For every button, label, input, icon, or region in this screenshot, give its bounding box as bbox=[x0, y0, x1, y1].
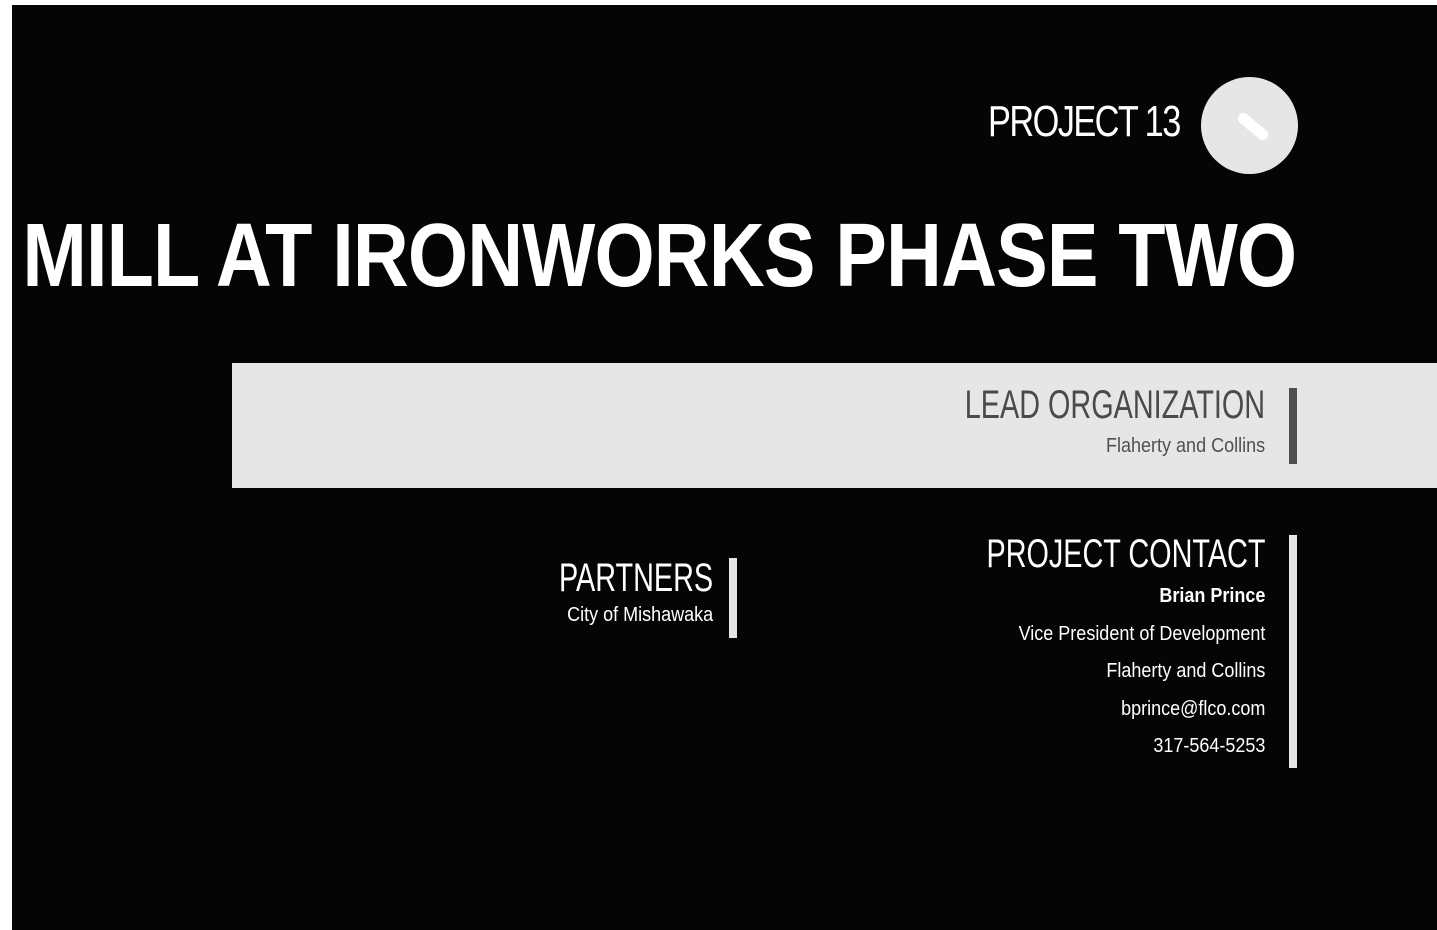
partners-block: PARTNERS City of Mishawaka bbox=[499, 556, 713, 627]
slide: PROJECT 13 THE MILL AT IRONWORKS PHASE T… bbox=[12, 5, 1437, 930]
project-contact-divider bbox=[1289, 535, 1297, 768]
contact-role: Vice President of Development bbox=[1018, 622, 1265, 645]
partners-name: City of Mishawaka bbox=[566, 604, 713, 626]
pencil-badge-icon bbox=[1201, 77, 1298, 174]
contact-phone[interactable]: 317-564-5253 bbox=[916, 728, 1265, 766]
project-contact-heading: PROJECT CONTACT bbox=[986, 532, 1265, 576]
contact-organization: Flaherty and Collins bbox=[1105, 660, 1265, 682]
lead-organization-name: Flaherty and Collins bbox=[1105, 435, 1265, 457]
lead-organization-divider bbox=[1289, 388, 1297, 464]
project-number: PROJECT 13 bbox=[988, 97, 1181, 146]
contact-name: Brian Prince bbox=[1158, 585, 1265, 607]
contact-email[interactable]: bprince@flco.com bbox=[916, 691, 1265, 729]
lead-organization-heading: LEAD ORGANIZATION bbox=[964, 383, 1265, 427]
badge-stroke bbox=[1235, 110, 1271, 143]
page-title: THE MILL AT IRONWORKS PHASE TWO bbox=[12, 206, 1297, 306]
partners-divider bbox=[729, 558, 737, 638]
project-contact-block: PROJECT CONTACT Brian Prince Vice Presid… bbox=[878, 532, 1265, 766]
lead-organization-block: LEAD ORGANIZATION Flaherty and Collins bbox=[848, 383, 1265, 458]
partners-heading: PARTNERS bbox=[558, 556, 713, 600]
